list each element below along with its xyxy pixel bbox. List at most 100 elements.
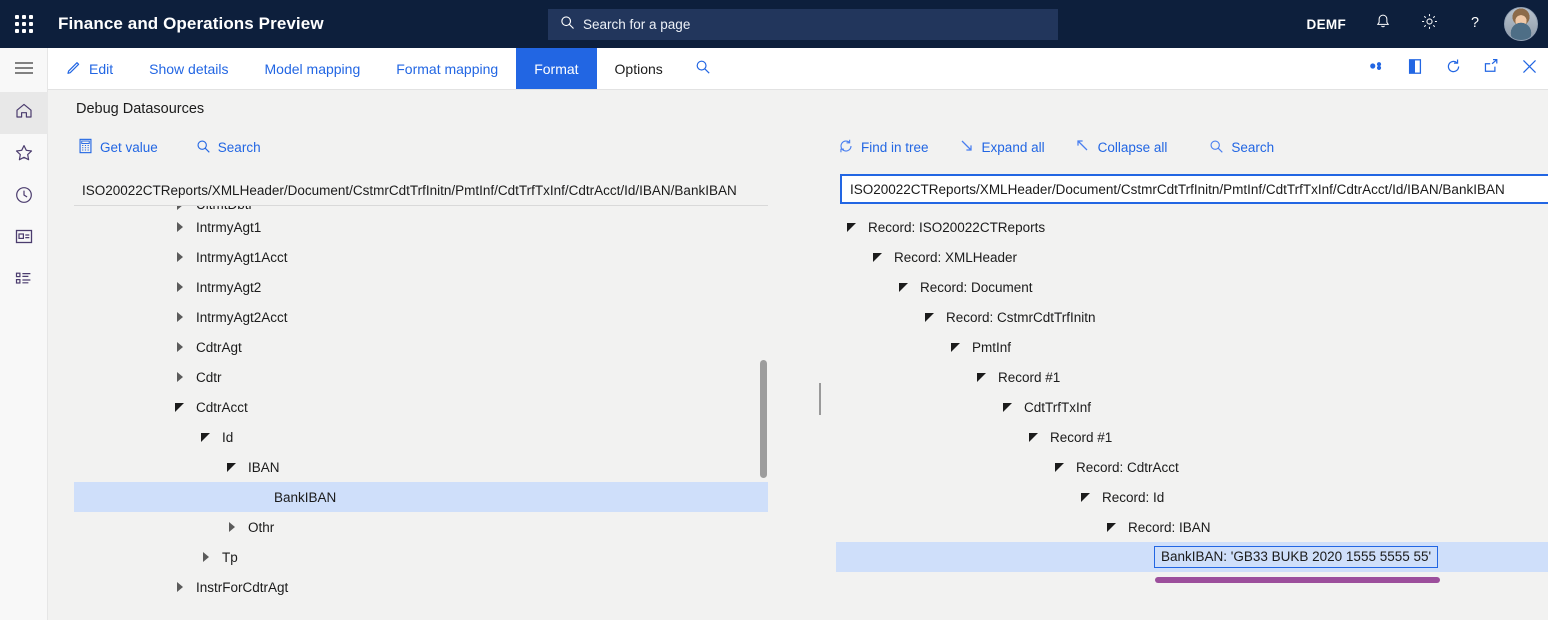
sidebar-item-hamburger-menu[interactable] xyxy=(0,48,48,92)
tree-node[interactable]: IntrmyAgt2Acct xyxy=(74,302,768,332)
tab-show-details[interactable]: Show details xyxy=(131,48,246,89)
tree-node[interactable]: IntrmyAgt1Acct xyxy=(74,242,768,272)
tree-node-label: IntrmyAgt1Acct xyxy=(196,250,288,265)
chevron-collapsed-icon[interactable] xyxy=(174,370,188,384)
chevron-expanded-icon[interactable] xyxy=(174,400,188,414)
tree-node[interactable]: Tp xyxy=(74,542,768,572)
tab-show-details-label: Show details xyxy=(149,61,228,77)
chevron-collapsed-icon[interactable] xyxy=(200,550,214,564)
scrollbar-thumb[interactable] xyxy=(760,360,767,478)
tree-node[interactable]: BankIBAN: 'GB33 BUKB 2020 1555 5555 55' xyxy=(836,542,1548,572)
attach-icon xyxy=(1368,59,1387,78)
user-avatar[interactable] xyxy=(1504,7,1538,41)
right-tree[interactable]: Record: ISO20022CTReports Record: XMLHead… xyxy=(836,212,1548,620)
chevron-expanded-icon[interactable] xyxy=(872,250,886,264)
find-in-tree-button[interactable]: Find in tree xyxy=(834,134,941,161)
page-options-button[interactable] xyxy=(1396,48,1434,90)
chevron-expanded-icon[interactable] xyxy=(1054,460,1068,474)
open-in-new-window-button[interactable] xyxy=(1472,48,1510,90)
tab-options-label: Options xyxy=(615,61,663,77)
tab-edit[interactable]: Edit xyxy=(48,48,131,89)
chevron-expanded-icon[interactable] xyxy=(1028,430,1042,444)
tree-node[interactable]: Cdtr xyxy=(74,362,768,392)
chevron-expanded-icon[interactable] xyxy=(226,460,240,474)
chevron-expanded-icon[interactable] xyxy=(950,340,964,354)
tree-node[interactable]: CdtrAcct xyxy=(74,392,768,422)
company-selector[interactable]: DEMF xyxy=(1293,17,1360,32)
close-icon xyxy=(1521,58,1538,80)
tree-node[interactable]: Id xyxy=(74,422,768,452)
sidebar-item-workspaces[interactable] xyxy=(0,218,48,260)
chevron-expanded-icon[interactable] xyxy=(1080,490,1094,504)
tree-node[interactable]: IBAN xyxy=(74,452,768,482)
chevron-expanded-icon[interactable] xyxy=(898,280,912,294)
tree-node[interactable]: Record: ISO20022CTReports xyxy=(836,212,1548,242)
collapse-all-button[interactable]: Collapse all xyxy=(1071,134,1180,161)
chevron-collapsed-icon[interactable] xyxy=(174,310,188,324)
tree-node[interactable]: BankIBAN xyxy=(74,482,768,512)
chevron-collapsed-icon[interactable] xyxy=(226,520,240,534)
chevron-collapsed-icon[interactable] xyxy=(174,580,188,594)
left-path-field[interactable]: ISO20022CTReports/XMLHeader/Document/Cst… xyxy=(74,175,768,205)
global-search-box[interactable]: Search for a page xyxy=(548,9,1058,40)
chevron-collapsed-icon[interactable] xyxy=(174,220,188,234)
right-path-field[interactable]: ISO20022CTReports/XMLHeader/Document/Cst… xyxy=(840,174,1548,204)
tree-node-label: Tp xyxy=(222,550,238,565)
search-icon xyxy=(695,59,711,78)
chevron-expanded-icon[interactable] xyxy=(200,430,214,444)
tree-node[interactable]: Othr xyxy=(74,512,768,542)
sidebar-item-modules[interactable] xyxy=(0,260,48,302)
tree-node[interactable]: Record: Id xyxy=(836,482,1548,512)
chevron-expanded-icon[interactable] xyxy=(976,370,990,384)
tab-options[interactable]: Options xyxy=(597,48,681,89)
tree-node[interactable]: Record: IBAN xyxy=(836,512,1548,542)
left-search-button[interactable]: Search xyxy=(192,135,273,161)
tree-node[interactable]: Record: CdtrAcct xyxy=(836,452,1548,482)
right-search-button[interactable]: Search xyxy=(1205,135,1286,161)
tree-node[interactable]: Record: XMLHeader xyxy=(836,242,1548,272)
tree-node[interactable]: InstrForCdtrAgt xyxy=(74,572,768,602)
attach-button[interactable] xyxy=(1358,48,1396,90)
tree-node-label: Record: XMLHeader xyxy=(894,250,1017,265)
get-value-button[interactable]: Get value xyxy=(74,134,170,161)
command-bar-search-button[interactable] xyxy=(681,48,725,89)
tree-node[interactable]: Record: CstmrCdtTrfInitn xyxy=(836,302,1548,332)
chevron-collapsed-icon[interactable] xyxy=(174,280,188,294)
sidebar-item-recent[interactable] xyxy=(0,176,48,218)
tree-node-label: IntrmyAgt2 xyxy=(196,280,261,295)
chevron-collapsed-icon[interactable] xyxy=(174,340,188,354)
tree-node[interactable]: IntrmyAgt2 xyxy=(74,272,768,302)
tree-node[interactable]: Record #1 xyxy=(836,362,1548,392)
star-icon xyxy=(14,143,34,167)
tree-node[interactable]: CdtrAgt xyxy=(74,332,768,362)
sidebar-item-favorites[interactable] xyxy=(0,134,48,176)
left-tree[interactable]: UltmtDbtrIntrmyAgt1 IntrmyAgt1Acct IntrmyA… xyxy=(74,205,768,620)
tab-model-mapping[interactable]: Model mapping xyxy=(247,48,379,89)
help-button[interactable]: ? xyxy=(1452,0,1498,48)
chevron-expanded-icon[interactable] xyxy=(924,310,938,324)
tree-node[interactable]: Record: Document xyxy=(836,272,1548,302)
tree-node[interactable]: IntrmyAgt1 xyxy=(74,212,768,242)
chevron-expanded-icon[interactable] xyxy=(1106,520,1120,534)
tree-node-label: CdtTrfTxInf xyxy=(1024,400,1091,415)
tree-node[interactable]: UltmtDbtr xyxy=(74,205,768,212)
expand-all-button[interactable]: Expand all xyxy=(955,134,1057,161)
tree-node[interactable]: Record #1 xyxy=(836,422,1548,452)
find-in-tree-label: Find in tree xyxy=(861,140,929,155)
left-tree-scrollbar[interactable] xyxy=(759,360,769,500)
notifications-button[interactable] xyxy=(1360,0,1406,48)
tree-node[interactable]: CdtTrfTxInf xyxy=(836,392,1548,422)
sidebar-item-home[interactable] xyxy=(0,92,48,134)
chevron-collapsed-icon[interactable] xyxy=(174,205,188,212)
chevron-expanded-icon[interactable] xyxy=(846,220,860,234)
app-launcher-button[interactable] xyxy=(0,0,48,48)
tab-format-mapping[interactable]: Format mapping xyxy=(378,48,516,89)
chevron-collapsed-icon[interactable] xyxy=(174,250,188,264)
refresh-button[interactable] xyxy=(1434,48,1472,90)
tab-format[interactable]: Format xyxy=(516,48,596,89)
top-right-actions: DEMF ? xyxy=(1293,0,1548,48)
close-button[interactable] xyxy=(1510,48,1548,90)
chevron-expanded-icon[interactable] xyxy=(1002,400,1016,414)
settings-button[interactable] xyxy=(1406,0,1452,48)
tree-node[interactable]: PmtInf xyxy=(836,332,1548,362)
